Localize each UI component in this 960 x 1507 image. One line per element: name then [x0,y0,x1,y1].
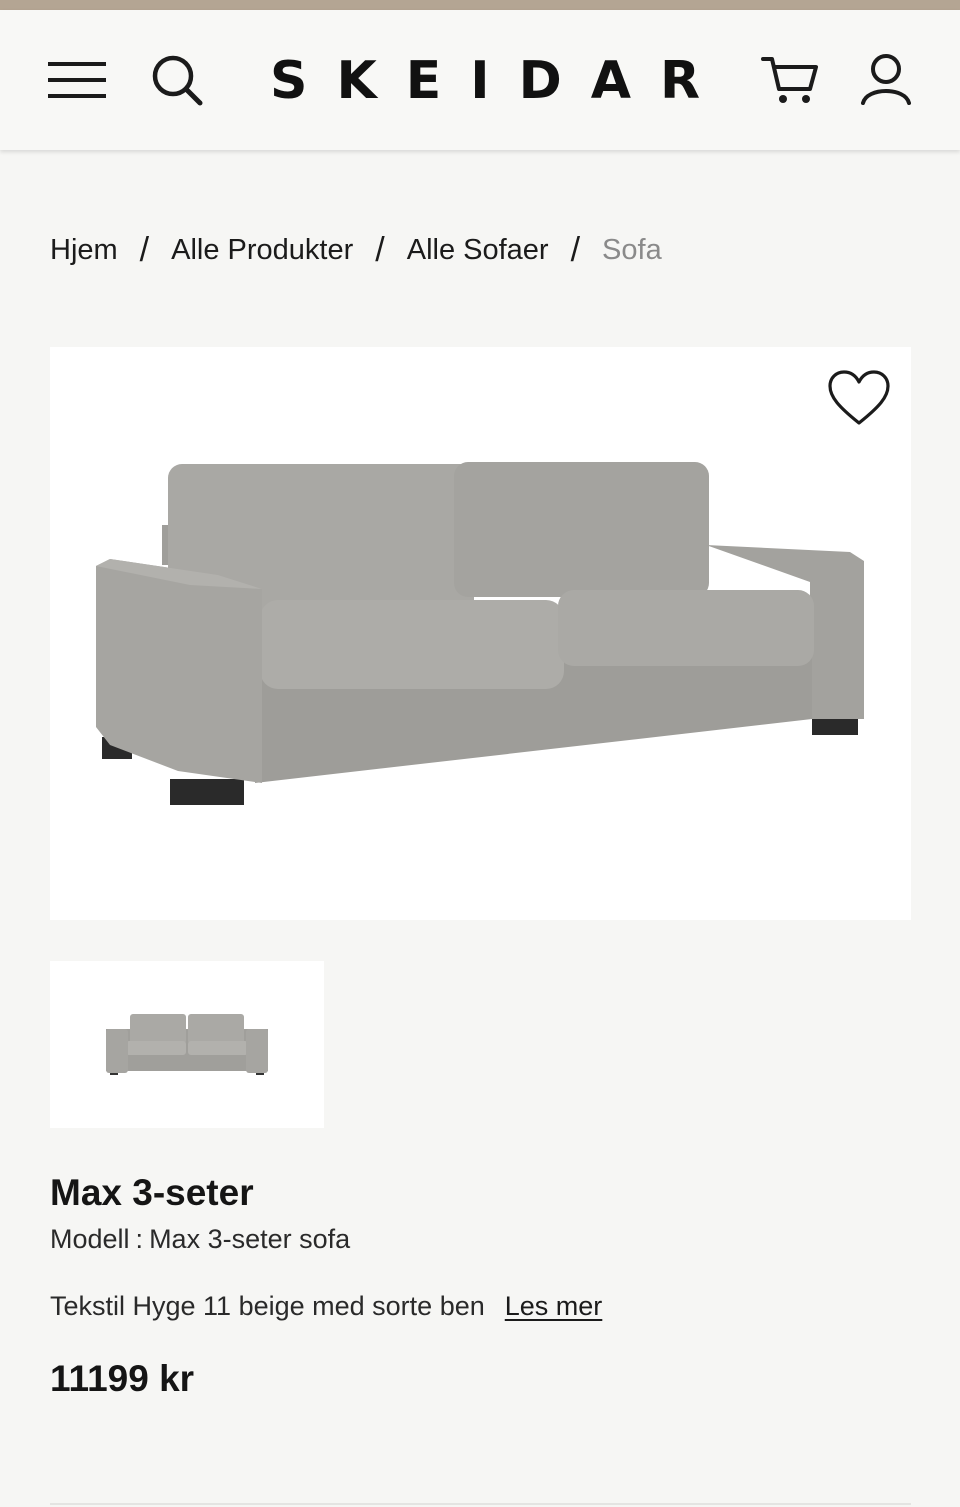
section-divider [50,1503,911,1505]
model-label: Modell [50,1224,130,1254]
breadcrumb-all-sofas[interactable]: Alle Sofaer [407,234,549,267]
product-description: Tekstil Hyge 11 beige med sorte ben Les m… [50,1291,602,1322]
breadcrumb-current-sofa: Sofa [602,233,662,266]
description-text: Tekstil Hyge 11 beige med sorte ben [50,1291,485,1321]
model-value: Max 3-seter sofa [149,1224,351,1254]
breadcrumb-all-products[interactable]: Alle Produkter [171,234,353,267]
product-title: Max 3-seter [50,1172,254,1213]
breadcrumb-separator: / [139,230,150,269]
model-separator: : [135,1224,144,1254]
product-price: 11199 kr [50,1358,195,1399]
breadcrumb-separator: / [375,230,385,269]
favorite-heart-icon[interactable] [827,369,891,429]
breadcrumb-separator: / [570,230,581,269]
search-icon[interactable] [147,50,207,110]
hamburger-menu-icon[interactable] [48,50,108,110]
top-accent-strip [0,0,960,10]
breadcrumb-home[interactable]: Hjem [50,234,118,267]
breadcrumb: Hjem / Alle Produkter / Alle Sofaer / So… [50,222,662,278]
product-model-line: Modell: Max 3-seter sofa [50,1224,350,1255]
product-main-image[interactable] [50,347,911,920]
user-icon[interactable] [856,50,916,110]
product-thumbnail[interactable] [50,961,324,1128]
sofa-image [96,462,864,805]
read-more-link[interactable]: Les mer [505,1291,603,1321]
cart-icon[interactable] [760,50,820,110]
site-header: SKEIDAR [0,10,960,150]
sofa-thumbnail-image [106,1014,268,1075]
brand-logo[interactable]: SKEIDAR [270,52,700,110]
